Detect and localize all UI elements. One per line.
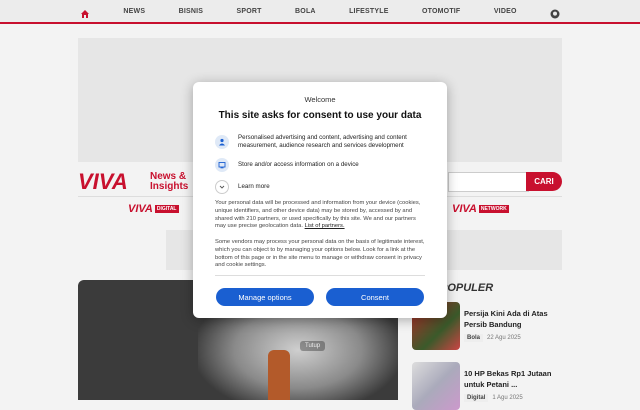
purpose-personalised: Personalised advertising and content, ad… [215, 134, 425, 150]
chevron-down-icon[interactable] [215, 180, 229, 194]
purpose-storage: Store and/or access information on a dev… [215, 158, 425, 172]
dialog-title: This site asks for consent to use your d… [218, 110, 422, 121]
partners-link[interactable]: List of partners. [305, 223, 345, 229]
consent-dialog: Welcome This site asks for consent to us… [193, 82, 447, 318]
learn-more-label[interactable]: Learn more [238, 183, 270, 191]
dialog-divider [215, 275, 425, 276]
dialog-welcome: Welcome [304, 95, 336, 104]
consent-description: Your personal data will be processed and… [215, 200, 425, 231]
purpose-text: Store and/or access information on a dev… [238, 161, 359, 168]
purpose-text: Personalised advertising and content, ad… [238, 134, 407, 149]
consent-button[interactable]: Consent [326, 288, 424, 306]
legitimate-interest-text: Some vendors may process your personal d… [215, 239, 425, 269]
person-icon [215, 135, 229, 149]
learn-more-toggle[interactable]: Learn more [215, 180, 425, 194]
manage-options-button[interactable]: Manage options [216, 288, 314, 306]
device-icon [215, 158, 229, 172]
